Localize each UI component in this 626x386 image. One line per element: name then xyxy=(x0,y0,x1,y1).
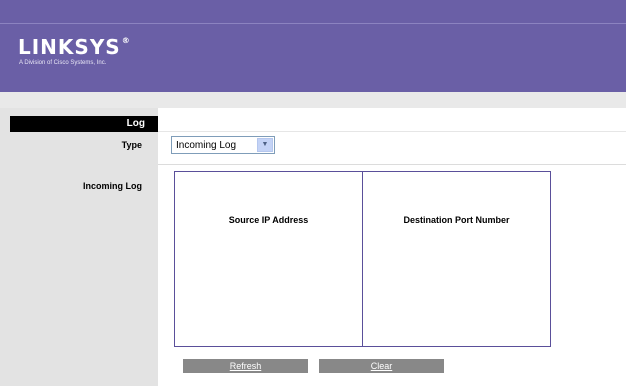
linksys-logo: LINKSYS® xyxy=(18,35,131,59)
type-label: Type xyxy=(121,140,142,150)
column-header-destination-port: Destination Port Number xyxy=(403,215,510,225)
column-header-source-ip: Source IP Address xyxy=(228,215,309,225)
header-rule xyxy=(0,23,626,24)
registered-mark: ® xyxy=(121,36,131,45)
clear-button[interactable]: Clear xyxy=(319,359,444,373)
log-type-select[interactable]: Incoming Log ▼ xyxy=(171,136,275,154)
chevron-down-icon[interactable]: ▼ xyxy=(257,138,273,152)
section-title-bar: Log xyxy=(10,116,158,132)
section-divider-mid xyxy=(158,164,626,165)
refresh-button[interactable]: Refresh xyxy=(183,359,308,373)
incoming-log-label: Incoming Log xyxy=(83,181,142,191)
logo-tagline: A Division of Cisco Systems, Inc. xyxy=(19,60,107,66)
log-type-selected-value: Incoming Log xyxy=(176,140,237,151)
subheader-bar xyxy=(0,92,626,108)
header-banner: LINKSYS® A Division of Cisco Systems, In… xyxy=(0,0,626,92)
table-column: Source IP Address xyxy=(175,172,362,346)
table-column: Destination Port Number xyxy=(362,172,550,346)
section-divider-top xyxy=(158,131,626,132)
incoming-log-table: Source IP Address Destination Port Numbe… xyxy=(174,171,551,347)
section-title: Log xyxy=(126,118,145,129)
logo-text: LINKSYS xyxy=(18,35,121,59)
